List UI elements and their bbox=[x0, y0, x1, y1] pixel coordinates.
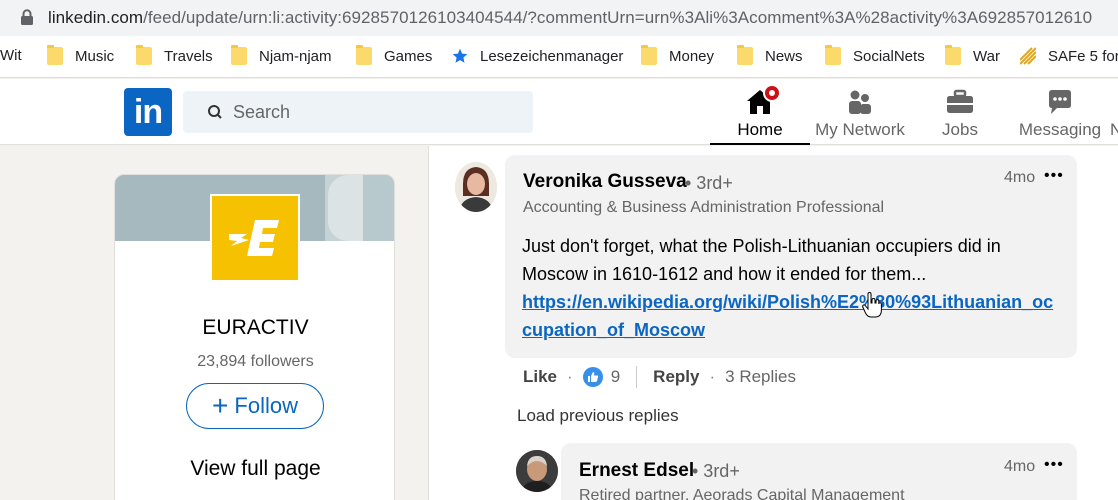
profile-photo-icon bbox=[455, 162, 497, 212]
bookmark-music[interactable]: Music bbox=[47, 45, 115, 65]
reply-time: 4mo bbox=[1004, 458, 1036, 475]
url-text[interactable]: linkedin.com/feed/update/urn:li:activity… bbox=[48, 8, 1092, 28]
bookmark-label: SAFe 5 for bbox=[1048, 47, 1118, 65]
company-name[interactable]: EURACTIV bbox=[115, 316, 394, 340]
lock-icon bbox=[21, 9, 33, 25]
bookmark-wit[interactable]: Wit bbox=[0, 47, 22, 64]
like-reaction-icon[interactable] bbox=[582, 367, 603, 387]
bookmark-label: Lesezeichenmanager bbox=[480, 47, 624, 65]
url-host: linkedin.com bbox=[48, 8, 144, 27]
folder-icon bbox=[136, 45, 152, 65]
folder-icon bbox=[641, 45, 657, 65]
reply-button[interactable]: Reply bbox=[653, 367, 699, 387]
follow-button[interactable]: + Follow bbox=[186, 383, 324, 429]
bookmark-games[interactable]: Games bbox=[356, 45, 433, 65]
separator-dot: · bbox=[709, 367, 716, 386]
bookmark-travels[interactable]: Travels bbox=[136, 45, 213, 65]
bookmark-label: Money bbox=[669, 47, 715, 65]
nav-my-network[interactable]: My Network bbox=[810, 79, 910, 145]
star-icon bbox=[452, 48, 468, 63]
linkedin-header: in Search Home My Network Jobs Messaging… bbox=[0, 79, 1118, 145]
network-icon bbox=[845, 87, 875, 117]
bookmark-label: News bbox=[765, 47, 803, 65]
bookmarks-bar: Wit Music Travels Njam-njam Games Leseze… bbox=[0, 36, 1118, 78]
bookmark-money[interactable]: Money bbox=[641, 45, 715, 65]
follower-count: 23,894 followers bbox=[197, 353, 314, 370]
like-count[interactable]: 9 bbox=[611, 367, 620, 387]
nav-messaging[interactable]: Messaging bbox=[1010, 79, 1110, 145]
bookmark-label: SocialNets bbox=[853, 47, 925, 65]
linkedin-logo[interactable]: in bbox=[124, 88, 172, 136]
replies-count[interactable]: 3 Replies bbox=[725, 367, 796, 387]
nav-jobs[interactable]: Jobs bbox=[910, 79, 1010, 145]
home-icon bbox=[745, 84, 781, 117]
folder-icon bbox=[356, 45, 372, 65]
comment-actions: Like · 9 Reply · 3 Replies bbox=[523, 366, 796, 388]
folder-icon bbox=[231, 45, 247, 65]
avatar[interactable] bbox=[516, 450, 558, 492]
reply-author-name[interactable]: Ernest Edsel bbox=[579, 460, 694, 482]
view-full-page-link[interactable]: View full page bbox=[115, 457, 394, 481]
nav-home[interactable]: Home bbox=[710, 79, 810, 145]
bookmark-war[interactable]: War bbox=[945, 45, 1000, 65]
folder-icon bbox=[737, 45, 753, 65]
bookmark-label: War bbox=[973, 47, 1000, 65]
nav-label: N bbox=[1110, 120, 1118, 139]
address-bar[interactable]: linkedin.com/feed/update/urn:li:activity… bbox=[0, 0, 1118, 36]
separator-dot: · bbox=[567, 367, 573, 386]
like-button[interactable]: Like bbox=[523, 367, 557, 387]
more-options-button[interactable]: ••• bbox=[1044, 456, 1064, 474]
nav-notifications-partial[interactable]: N bbox=[1110, 79, 1118, 145]
bookmark-socialnets[interactable]: SocialNets bbox=[825, 45, 925, 65]
search-placeholder: Search bbox=[233, 101, 291, 122]
connection-degree: • 3rd+ bbox=[692, 461, 740, 481]
nav-label: My Network bbox=[815, 120, 905, 139]
author-headline: Retired partner, Aeorads Capital Managem… bbox=[579, 487, 905, 500]
nav-label: Jobs bbox=[942, 120, 978, 139]
load-previous-replies-button[interactable]: Load previous replies bbox=[517, 406, 679, 426]
comment-text: Just don't forget, what the Polish-Lithu… bbox=[522, 236, 1001, 284]
bookmark-news[interactable]: News bbox=[737, 45, 803, 65]
company-logo[interactable] bbox=[210, 194, 300, 282]
connection-degree: • 3rd+ bbox=[685, 173, 733, 193]
author-headline: Accounting & Business Administration Pro… bbox=[523, 199, 885, 216]
hand-cursor-icon bbox=[862, 292, 882, 318]
briefcase-icon bbox=[945, 87, 975, 117]
search-icon bbox=[208, 105, 222, 119]
bookmark-safe[interactable]: SAFe 5 for bbox=[1020, 47, 1118, 65]
bookmark-label: Travels bbox=[164, 47, 213, 65]
company-card: EURACTIV 23,894 followers + Follow View … bbox=[114, 174, 395, 500]
folder-icon bbox=[47, 45, 63, 65]
bookmark-label: Njam-njam bbox=[259, 47, 332, 65]
euractiv-logo-icon bbox=[229, 220, 279, 256]
comment-time: 4mo bbox=[1004, 169, 1036, 186]
search-input[interactable]: Search bbox=[183, 91, 533, 133]
bookmark-lesezeichenmanager[interactable]: Lesezeichenmanager bbox=[452, 47, 623, 65]
bookmark-njam-njam[interactable]: Njam-njam bbox=[231, 45, 332, 65]
messaging-icon bbox=[1045, 87, 1075, 117]
profile-photo-icon bbox=[516, 450, 558, 492]
folder-icon bbox=[825, 45, 841, 65]
comment-link[interactable]: https://en.wikipedia.org/wiki/Polish%E2%… bbox=[522, 288, 1062, 344]
folder-icon bbox=[945, 45, 961, 65]
notification-badge bbox=[763, 84, 781, 102]
follow-label: Follow bbox=[234, 393, 298, 418]
plus-icon: + bbox=[212, 390, 229, 421]
more-options-button[interactable]: ••• bbox=[1044, 167, 1064, 185]
bookmark-label: Wit bbox=[0, 47, 22, 64]
comment-author-name[interactable]: Veronika Gusseva bbox=[523, 171, 687, 193]
url-path: /feed/update/urn:li:activity:69285701261… bbox=[143, 8, 1093, 27]
nav-label: Home bbox=[737, 120, 783, 139]
logo-text: in bbox=[133, 92, 163, 131]
divider bbox=[636, 366, 638, 388]
nav-label: Messaging bbox=[1018, 120, 1102, 139]
avatar[interactable] bbox=[455, 162, 497, 212]
stripes-icon bbox=[1020, 47, 1036, 65]
bookmark-label: Games bbox=[384, 47, 433, 65]
bookmark-label: Music bbox=[75, 47, 115, 65]
